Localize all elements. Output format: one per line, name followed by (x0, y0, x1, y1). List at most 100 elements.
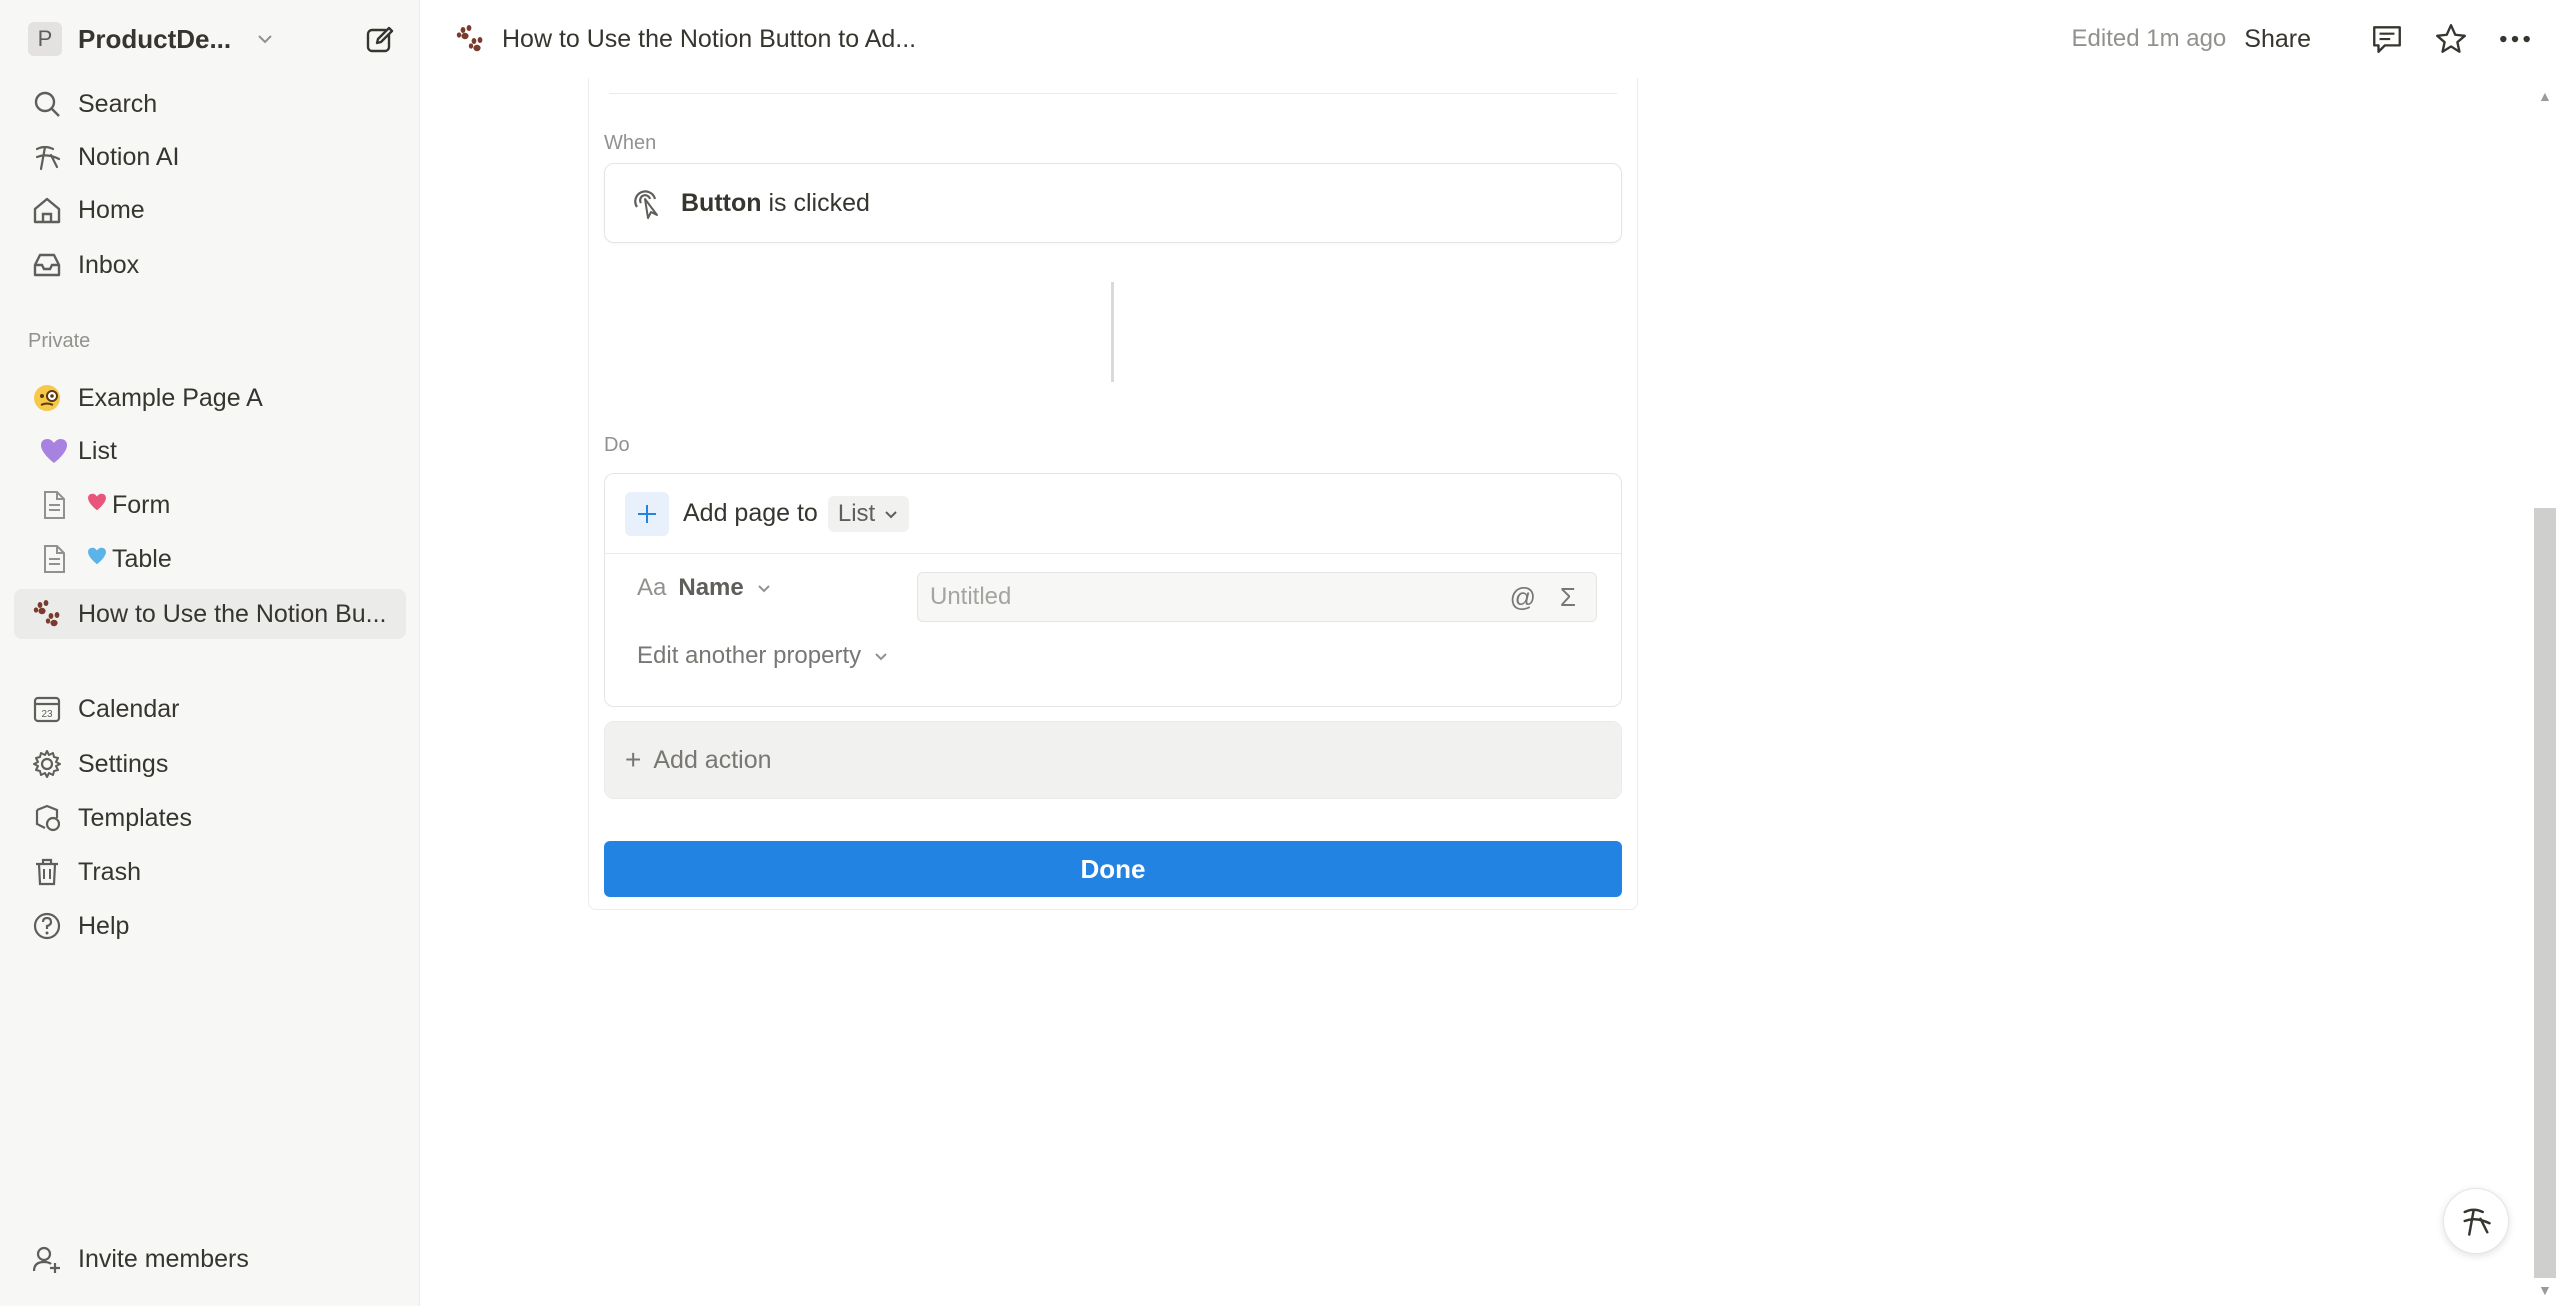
chevron-down-icon (885, 510, 897, 518)
action-target-select[interactable]: List (827, 495, 910, 532)
done-button[interactable]: Done (604, 841, 1622, 897)
sidebar-item-inbox[interactable]: Inbox (14, 240, 406, 290)
sidebar-item-label: Settings (78, 749, 169, 778)
invite-members-label: Invite members (78, 1244, 249, 1273)
templates-icon (22, 802, 72, 834)
add-action-button[interactable]: + Add action (604, 721, 1622, 799)
flow-connector (1111, 282, 1114, 382)
sidebar-item-label: Table (112, 544, 172, 573)
home-icon (22, 194, 72, 226)
workspace-switcher[interactable]: P ProductDe... (14, 14, 406, 64)
plus-icon: + (625, 744, 642, 775)
sidebar-item-label: Search (78, 89, 158, 118)
sidebar-item-search[interactable]: Search (14, 79, 406, 129)
document-icon (36, 489, 72, 521)
workspace-name: ProductDe... (78, 23, 232, 54)
add-action-label: Add action (653, 745, 772, 774)
trigger-text: Button is clicked (681, 189, 870, 218)
share-button[interactable]: Share (2244, 25, 2311, 54)
sidebar-item-label: Home (78, 195, 145, 224)
click-cursor-icon (634, 190, 658, 219)
action-text: Add page to (683, 499, 818, 527)
property-value-field[interactable]: @ Σ (917, 572, 1597, 622)
search-icon (22, 88, 72, 120)
divider (609, 93, 1617, 94)
property-value-input[interactable] (930, 583, 1450, 611)
sidebar-item-example-page-a[interactable]: Example Page A (14, 373, 406, 423)
edit-another-property-label: Edit another property (637, 642, 862, 669)
property-name-selector[interactable]: Aa Name (637, 574, 772, 602)
scrollbar-thumb[interactable] (2534, 508, 2556, 1278)
topbar: How to Use the Notion Button to Ad... Ed… (420, 0, 2561, 78)
invite-members-button[interactable]: Invite members (14, 1234, 406, 1284)
when-label: When (604, 132, 657, 154)
calendar-icon: 23 (22, 693, 72, 725)
trigger-bold: Button (681, 188, 762, 217)
trigger-rest: is clicked (761, 188, 870, 217)
sidebar-item-how-to-use-notion-button[interactable]: How to Use the Notion Bu... (14, 589, 406, 639)
action-header: Add page to List (605, 474, 1621, 554)
sidebar-item-label: Templates (78, 803, 192, 832)
breadcrumb[interactable]: How to Use the Notion Button to Ad... (454, 23, 916, 55)
plus-icon[interactable] (625, 491, 669, 536)
section-label-private[interactable]: Private (28, 330, 90, 353)
chevron-down-icon (258, 35, 272, 44)
notion-ai-icon (2463, 1208, 2491, 1236)
scroll-down-arrow-icon[interactable]: ▼ (2538, 1282, 2552, 1298)
sidebar-item-label: Form (112, 490, 171, 519)
action-card: Add page to List Aa Name @ Σ Edit anothe… (604, 473, 1622, 707)
sidebar-item-table[interactable]: Table (28, 534, 420, 584)
sidebar-item-label: List (78, 436, 117, 465)
inbox-icon (22, 249, 72, 281)
chevron-down-icon (875, 653, 887, 661)
edit-another-property-button[interactable]: Edit another property (637, 642, 889, 670)
svg-text:23: 23 (41, 709, 53, 720)
comments-icon[interactable] (2369, 21, 2405, 57)
gear-icon (22, 748, 72, 780)
star-icon[interactable] (2433, 21, 2469, 57)
document-icon (36, 543, 72, 575)
formula-icon[interactable]: Σ (1560, 582, 1576, 613)
scroll-up-arrow-icon[interactable]: ▲ (2538, 88, 2552, 104)
notion-ai-floating-button[interactable] (2443, 1188, 2509, 1254)
sidebar-item-settings[interactable]: Settings (14, 739, 406, 789)
sidebar-item-label: Trash (78, 857, 141, 886)
trigger-card[interactable]: Button is clicked (604, 163, 1622, 243)
purple-heart-icon (36, 435, 72, 467)
help-icon (22, 910, 72, 942)
sidebar-item-label: Inbox (78, 250, 140, 279)
sidebar-item-templates[interactable]: Templates (14, 793, 406, 843)
sidebar-item-list[interactable]: List (28, 426, 420, 476)
sidebar-item-home[interactable]: Home (14, 185, 406, 235)
edited-timestamp: Edited 1m ago (2071, 25, 2227, 52)
button-automation-panel: When Button is clicked Do Add page to Li… (588, 78, 1638, 910)
notion-ai-icon (22, 141, 72, 173)
sidebar: P ProductDe... Search Notion AI Home Inb… (0, 0, 420, 1306)
pink-heart-icon (86, 491, 108, 520)
text-property-icon: Aa (637, 574, 667, 601)
trash-icon (22, 856, 72, 888)
breadcrumb-page-title: How to Use the Notion Button to Ad... (502, 24, 917, 53)
chevron-down-icon (758, 585, 770, 593)
sidebar-item-trash[interactable]: Trash (14, 847, 406, 897)
sidebar-item-form[interactable]: Form (28, 480, 420, 530)
more-options-icon[interactable] (2497, 21, 2533, 57)
do-label: Do (604, 434, 630, 456)
add-person-icon (22, 1243, 72, 1275)
sidebar-item-label: Help (78, 911, 130, 940)
paw-prints-icon (22, 598, 72, 630)
sidebar-item-label: Example Page A (78, 383, 263, 412)
monocle-face-emoji-icon (22, 382, 72, 414)
sidebar-item-notion-ai[interactable]: Notion AI (14, 132, 406, 182)
topbar-actions: Edited 1m ago Share (2072, 0, 2534, 78)
blue-heart-icon (86, 545, 108, 574)
sidebar-item-label: Notion AI (78, 142, 180, 171)
sidebar-item-calendar[interactable]: 23 Calendar (14, 684, 406, 734)
mention-icon[interactable]: @ (1510, 582, 1536, 613)
sidebar-item-label: Calendar (78, 694, 180, 723)
action-target-label: List (837, 499, 876, 527)
paw-prints-icon (456, 25, 483, 52)
sidebar-item-help[interactable]: Help (14, 901, 406, 951)
workspace-avatar: P (28, 22, 62, 56)
new-page-icon[interactable] (364, 24, 396, 56)
